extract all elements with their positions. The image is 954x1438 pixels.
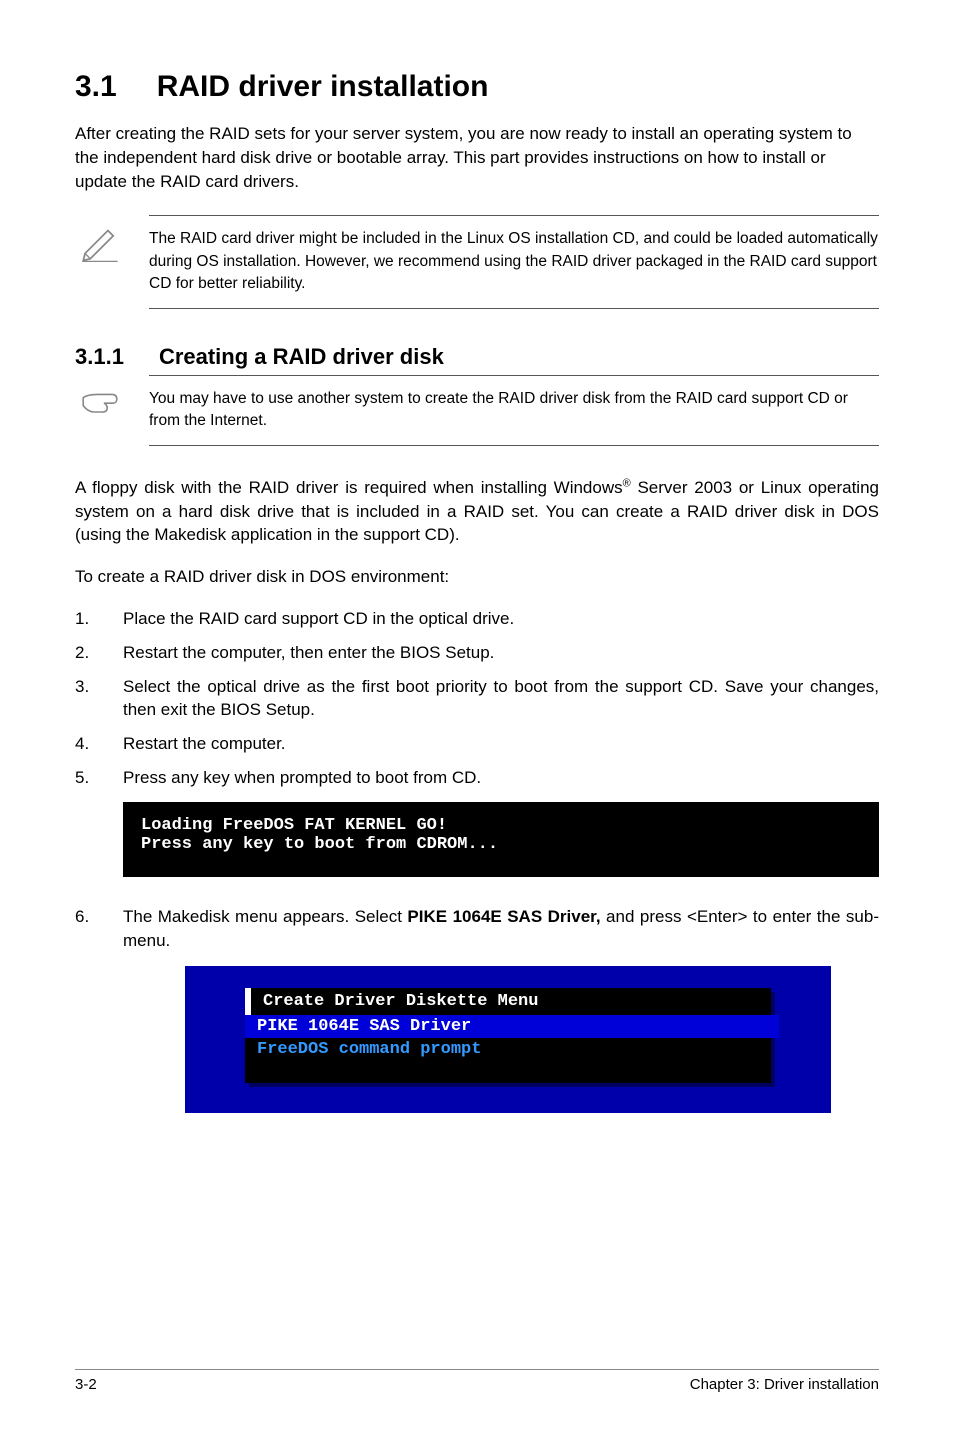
steps-list-continued: 6. The Makedisk menu appears. Select PIK… xyxy=(75,905,879,953)
note-block-1: The RAID card driver might be included i… xyxy=(75,215,879,308)
diskette-menu-box: Create Driver Diskette Menu PIKE 1064E S… xyxy=(245,988,771,1083)
terminal-output: Loading FreeDOS FAT KERNEL GO! Press any… xyxy=(123,802,879,877)
step-item: 3.Select the optical drive as the first … xyxy=(75,675,879,723)
step-item: 5.Press any key when prompted to boot fr… xyxy=(75,766,879,790)
subsection-number: 3.1.1 xyxy=(75,344,124,369)
page-footer: 3-2 Chapter 3: Driver installation xyxy=(75,1369,879,1393)
menu-header: Create Driver Diskette Menu xyxy=(245,988,771,1015)
subsection-title-text: Creating a RAID driver disk xyxy=(159,344,444,369)
intro-paragraph: After creating the RAID sets for your se… xyxy=(75,122,879,193)
section-title: 3.1 RAID driver installation xyxy=(75,70,879,104)
step-item: 6. The Makedisk menu appears. Select PIK… xyxy=(75,905,879,953)
menu-item-selected[interactable]: PIKE 1064E SAS Driver xyxy=(245,1015,779,1038)
note-text-1: The RAID card driver might be included i… xyxy=(149,215,879,308)
chapter-label: Chapter 3: Driver installation xyxy=(690,1376,879,1393)
step-item: 1.Place the RAID card support CD in the … xyxy=(75,607,879,631)
section-number: 3.1 xyxy=(75,70,117,103)
menu-item-option[interactable]: FreeDOS command prompt xyxy=(245,1038,771,1061)
step-item: 2.Restart the computer, then enter the B… xyxy=(75,641,879,665)
note-text-2: You may have to use another system to cr… xyxy=(149,375,879,446)
diskette-menu-screen: Create Driver Diskette Menu PIKE 1064E S… xyxy=(185,966,831,1113)
page-number: 3-2 xyxy=(75,1376,97,1393)
note-block-2: You may have to use another system to cr… xyxy=(75,375,879,446)
step-item: 4.Restart the computer. xyxy=(75,732,879,756)
menu-blank-row xyxy=(245,1061,771,1083)
dos-intro-paragraph: To create a RAID driver disk in DOS envi… xyxy=(75,565,879,589)
hand-point-icon xyxy=(75,375,125,425)
steps-list: 1.Place the RAID card support CD in the … xyxy=(75,607,879,790)
subsection-title: 3.1.1 Creating a RAID driver disk xyxy=(75,344,879,370)
section-title-text: RAID driver installation xyxy=(157,70,489,103)
driver-disk-paragraph: A floppy disk with the RAID driver is re… xyxy=(75,476,879,547)
pencil-icon xyxy=(75,215,125,265)
bold-driver-name: PIKE 1064E SAS Driver, xyxy=(407,907,600,926)
